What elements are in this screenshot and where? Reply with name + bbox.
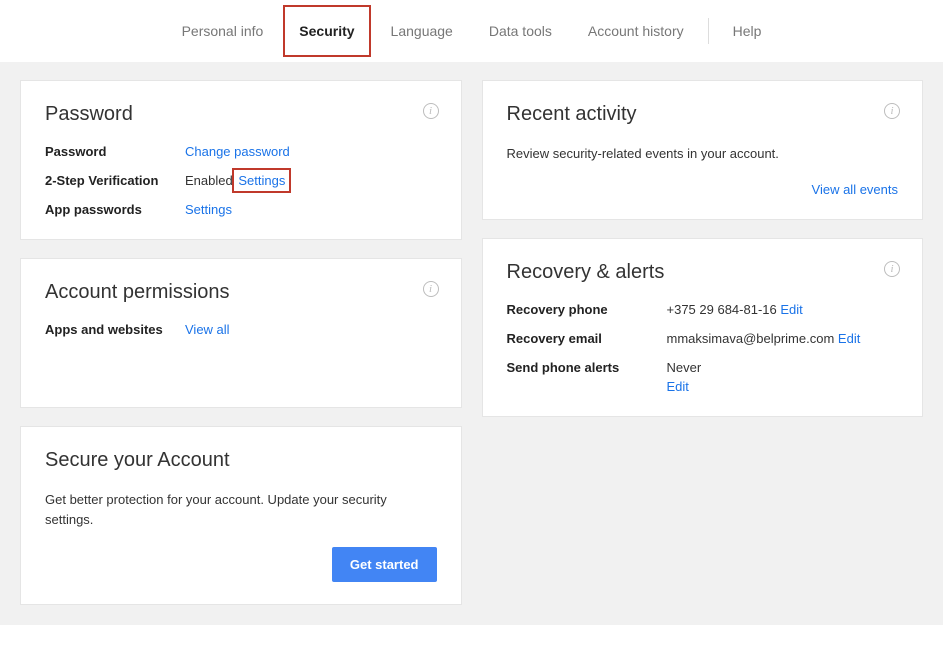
tab-bar: Personal info Security Language Data too… (0, 0, 943, 62)
recovery-alerts-title: Recovery & alerts (507, 261, 899, 284)
tab-divider (708, 18, 709, 44)
send-alerts-row: Send phone alerts Never Edit (507, 360, 899, 394)
recovery-phone-edit-link[interactable]: Edit (780, 302, 802, 317)
recovery-phone-row: Recovery phone +375 29 684-81-16 Edit (507, 302, 899, 317)
password-row: Password Change password (45, 144, 437, 159)
tab-security[interactable]: Security (281, 3, 372, 59)
recent-activity-card: i Recent activity Review security-relate… (482, 80, 924, 220)
content-area: i Password Password Change password 2-St… (0, 62, 943, 625)
send-alerts-edit-link[interactable]: Edit (667, 379, 702, 394)
info-icon[interactable]: i (423, 103, 439, 119)
tab-personal-info[interactable]: Personal info (164, 3, 282, 59)
recovery-email-row: Recovery email mmaksimava@belprime.com E… (507, 331, 899, 346)
recovery-email-label: Recovery email (507, 331, 667, 346)
left-column: i Password Password Change password 2-St… (20, 80, 462, 605)
get-started-button[interactable]: Get started (332, 547, 437, 582)
app-passwords-row: App passwords Settings (45, 202, 437, 217)
change-password-link[interactable]: Change password (185, 144, 290, 159)
secure-account-title: Secure your Account (45, 449, 437, 472)
apps-websites-row: Apps and websites View all (45, 322, 437, 337)
view-all-apps-link[interactable]: View all (185, 322, 230, 337)
secure-account-card: Secure your Account Get better protectio… (20, 426, 462, 605)
send-alerts-value: Never (667, 360, 702, 375)
recent-activity-title: Recent activity (507, 103, 899, 126)
right-column: i Recent activity Review security-relate… (482, 80, 924, 417)
tab-language[interactable]: Language (373, 3, 471, 59)
password-label: Password (45, 144, 185, 159)
recovery-email-edit-link[interactable]: Edit (838, 331, 860, 346)
password-card: i Password Password Change password 2-St… (20, 80, 462, 240)
two-step-label: 2-Step Verification (45, 173, 185, 188)
info-icon[interactable]: i (423, 281, 439, 297)
recovery-email-value: mmaksimava@belprime.com (667, 331, 835, 346)
apps-websites-label: Apps and websites (45, 322, 185, 337)
two-step-status: Enabled (185, 173, 233, 188)
send-alerts-label: Send phone alerts (507, 360, 667, 375)
tab-account-history[interactable]: Account history (570, 3, 702, 59)
info-icon[interactable]: i (884, 261, 900, 277)
password-card-title: Password (45, 103, 437, 126)
recovery-phone-value: +375 29 684-81-16 (667, 302, 777, 317)
secure-account-desc: Get better protection for your account. … (45, 490, 437, 529)
recent-activity-desc: Review security-related events in your a… (507, 144, 899, 164)
recovery-phone-label: Recovery phone (507, 302, 667, 317)
view-all-events-link[interactable]: View all events (812, 182, 898, 197)
recovery-alerts-card: i Recovery & alerts Recovery phone +375 … (482, 238, 924, 417)
app-passwords-label: App passwords (45, 202, 185, 217)
tab-data-tools[interactable]: Data tools (471, 3, 570, 59)
two-step-settings-link[interactable]: Settings (236, 172, 287, 189)
two-step-row: 2-Step Verification Enabled Settings (45, 173, 437, 188)
permissions-card-title: Account permissions (45, 281, 437, 304)
permissions-card: i Account permissions Apps and websites … (20, 258, 462, 408)
tab-help[interactable]: Help (715, 3, 780, 59)
app-passwords-settings-link[interactable]: Settings (185, 202, 232, 217)
info-icon[interactable]: i (884, 103, 900, 119)
